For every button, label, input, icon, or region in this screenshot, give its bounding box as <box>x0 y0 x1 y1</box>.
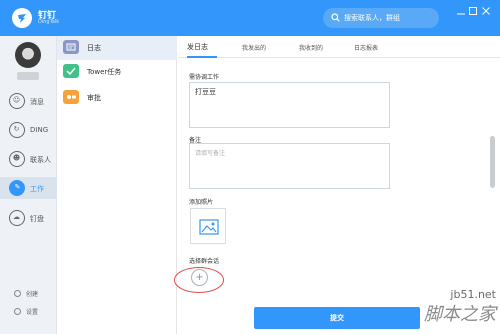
note-placeholder: 请填写备注 <box>195 150 226 157</box>
note-textarea[interactable]: 请填写备注 <box>189 143 390 189</box>
nav-item-label: 消息 <box>30 98 44 106</box>
watermark: jb51.net 脚本之家 <box>396 288 496 330</box>
tab-log-report[interactable]: 日志报表 <box>354 43 378 52</box>
add-photo-button[interactable] <box>190 208 226 244</box>
app-subtitle: DingTalk <box>38 19 60 25</box>
contacts-icon: ☻ <box>9 151 25 167</box>
tab-send-log[interactable]: 发日志 <box>187 42 208 52</box>
settings-icon <box>14 308 21 315</box>
task-check-icon <box>63 64 79 78</box>
nav-item-messages[interactable]: ☺ 消息 <box>0 90 57 112</box>
user-name-redacted <box>17 72 39 80</box>
coordination-value: 打豆豆 <box>195 88 216 96</box>
search-input[interactable]: 搜索联系人，群组 <box>323 8 439 28</box>
nav-item-label: DING <box>30 126 49 134</box>
minimize-icon[interactable] <box>456 6 466 16</box>
search-placeholder: 搜索联系人，群组 <box>344 14 400 22</box>
app-item-approval[interactable]: 审批 <box>57 86 177 110</box>
settings-label: 设置 <box>26 309 39 316</box>
app-item-label: Tower任务 <box>87 68 122 76</box>
log-tabs: 发日志 我发出的 我收到的 日志报表 <box>178 36 500 58</box>
tab-received[interactable]: 我收到的 <box>299 43 323 52</box>
approval-icon <box>63 90 79 104</box>
search-icon <box>331 13 340 22</box>
group-chat-label: 选择群会话 <box>189 258 220 265</box>
nav-item-label: 钉盘 <box>30 215 44 223</box>
scrollbar[interactable] <box>490 136 495 188</box>
nav-item-label: 联系人 <box>30 156 51 164</box>
app-item-log[interactable]: 日志 <box>57 36 177 60</box>
ding-icon: ↻ <box>9 122 25 138</box>
log-icon <box>63 40 79 54</box>
cloud-disk-icon: ☁ <box>9 210 25 226</box>
nav-item-label: 工作 <box>30 185 44 193</box>
coordination-textarea[interactable]: 打豆豆 <box>189 82 390 128</box>
watermark-text: 脚本之家 <box>424 304 496 325</box>
active-tab-indicator <box>187 56 217 58</box>
coordination-label: 需协调工作 <box>189 74 220 81</box>
window-controls <box>452 6 492 16</box>
dingtalk-logo-icon <box>12 8 32 28</box>
photo-label: 添加照片 <box>189 199 214 206</box>
tab-sent-by-me[interactable]: 我发出的 <box>242 43 266 52</box>
nav-item-cloud-disk[interactable]: ☁ 钉盘 <box>0 207 57 229</box>
app-logo: 钉钉 DingTalk <box>12 7 92 29</box>
close-icon[interactable] <box>481 6 491 16</box>
top-bar: 钉钉 DingTalk 搜索联系人，群组 <box>0 0 500 36</box>
app-item-label: 审批 <box>87 94 101 102</box>
highlight-annotation <box>174 267 224 293</box>
create-icon <box>14 290 21 297</box>
nav-item-ding[interactable]: ↻ DING <box>0 119 57 141</box>
avatar[interactable] <box>15 42 41 68</box>
message-icon: ☺ <box>9 93 25 109</box>
nav-item-contacts[interactable]: ☻ 联系人 <box>0 148 57 170</box>
image-icon <box>199 219 219 235</box>
nav-item-work[interactable]: ✎ 工作 <box>0 177 57 199</box>
work-apps-panel: 日志 Tower任务 审批 <box>57 36 177 334</box>
work-icon: ✎ <box>9 180 25 196</box>
app-item-tower-task[interactable]: Tower任务 <box>57 60 177 84</box>
app-item-label: 日志 <box>87 44 101 52</box>
left-nav: ☺ 消息 ↻ DING ☻ 联系人 ✎ 工作 ☁ 钉盘 创建 设置 <box>0 36 57 334</box>
create-label: 创建 <box>26 291 39 298</box>
maximize-icon[interactable] <box>468 6 478 16</box>
